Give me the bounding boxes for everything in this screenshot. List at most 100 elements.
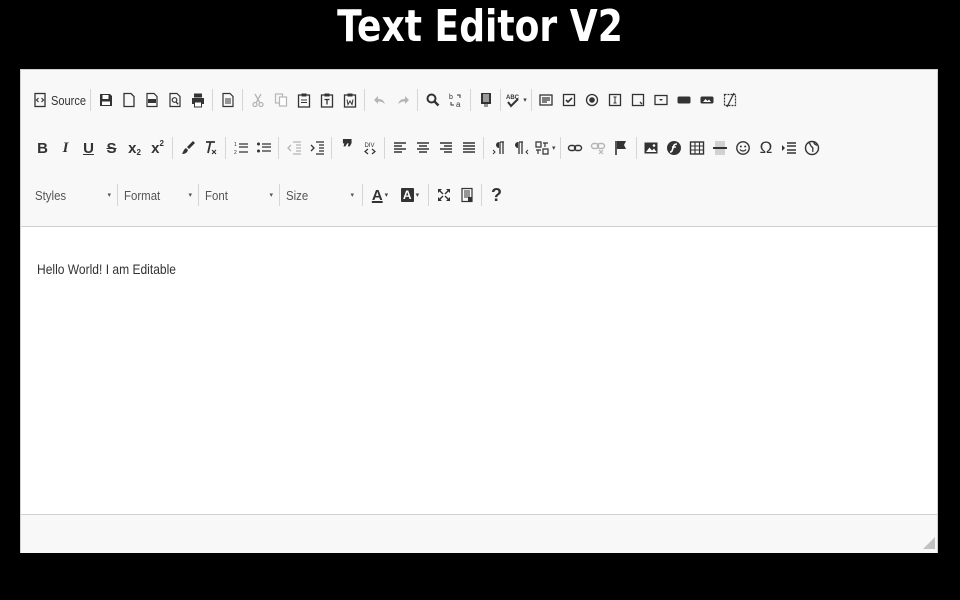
remove-format-button[interactable] bbox=[199, 135, 222, 161]
replace-button[interactable]: ba bbox=[444, 87, 467, 113]
italic-label: I bbox=[62, 139, 69, 156]
show-blocks-button[interactable] bbox=[455, 182, 478, 208]
size-dropdown[interactable]: Size ▾ bbox=[282, 182, 358, 208]
indent-button[interactable] bbox=[305, 135, 328, 161]
page-break-button[interactable] bbox=[778, 135, 801, 161]
image-button-button[interactable] bbox=[696, 87, 719, 113]
redo-icon bbox=[397, 96, 409, 105]
export-pdf-button[interactable] bbox=[140, 87, 163, 113]
toolbar-separator bbox=[198, 184, 199, 206]
textarea-icon bbox=[632, 93, 645, 107]
italic-button[interactable]: I bbox=[54, 135, 77, 161]
svg-text:1: 1 bbox=[234, 142, 237, 148]
bulleted-list-button[interactable] bbox=[252, 135, 275, 161]
pdf-icon bbox=[146, 92, 158, 108]
image-button-icon bbox=[700, 96, 714, 104]
editor-footer bbox=[21, 514, 937, 553]
iframe-button[interactable] bbox=[801, 135, 824, 161]
underline-button[interactable]: U bbox=[77, 135, 100, 161]
paste-text-button[interactable] bbox=[315, 87, 338, 113]
toolbar-separator bbox=[172, 137, 173, 159]
link-button[interactable] bbox=[564, 135, 587, 161]
preview-button[interactable] bbox=[163, 87, 186, 113]
text-color-label: A bbox=[371, 186, 383, 204]
copy-button[interactable] bbox=[269, 87, 292, 113]
find-button[interactable] bbox=[421, 87, 444, 113]
toolbar-separator bbox=[384, 137, 385, 159]
toolbar-separator bbox=[635, 137, 637, 159]
format-dropdown[interactable]: Format ▾ bbox=[120, 182, 196, 208]
numbered-list-button[interactable]: 12 bbox=[229, 135, 252, 161]
ltr-button[interactable] bbox=[487, 135, 510, 161]
toolbar-separator bbox=[364, 89, 366, 111]
resize-handle-icon[interactable] bbox=[923, 537, 935, 549]
checkbox-button[interactable] bbox=[558, 87, 581, 113]
language-button[interactable]: ▾ bbox=[533, 135, 557, 161]
select-all-button[interactable] bbox=[474, 87, 497, 113]
editor-toolbar: Source ba ABC ▾ B I U S x 2 x 2 1 2 ❞ DI… bbox=[21, 70, 937, 227]
table-button[interactable] bbox=[686, 135, 709, 161]
bold-button[interactable]: B bbox=[31, 135, 54, 161]
toolbar-separator bbox=[530, 89, 532, 111]
font-dropdown[interactable]: Font ▾ bbox=[201, 182, 277, 208]
horizontal-line-button[interactable] bbox=[709, 135, 732, 161]
rtl-button[interactable] bbox=[510, 135, 533, 161]
hidden-field-button[interactable] bbox=[719, 87, 742, 113]
editor-paragraph[interactable]: Hello World! I am Editable bbox=[37, 261, 176, 277]
text-field-icon bbox=[609, 93, 622, 107]
align-center-button[interactable] bbox=[411, 135, 434, 161]
toolbar-row-3: Styles ▾ Format ▾ Font ▾ Size ▾ A ▾ A ▾ ? bbox=[31, 181, 508, 209]
templates-button[interactable] bbox=[216, 87, 239, 113]
button-button[interactable] bbox=[673, 87, 696, 113]
smiley-button[interactable] bbox=[732, 135, 755, 161]
superscript-mark: 2 bbox=[159, 138, 164, 148]
justify-button[interactable] bbox=[457, 135, 480, 161]
numbered-list-icon: 12 bbox=[234, 142, 248, 156]
anchor-button[interactable] bbox=[610, 135, 633, 161]
dropdown-caret: ▾ bbox=[415, 192, 420, 199]
text-color-button[interactable]: A ▾ bbox=[365, 182, 395, 208]
source-button[interactable]: Source bbox=[31, 87, 96, 113]
align-right-button[interactable] bbox=[434, 135, 457, 161]
text-field-button[interactable] bbox=[604, 87, 627, 113]
paste-button[interactable] bbox=[292, 87, 315, 113]
editor-content-area[interactable]: Hello World! I am Editable bbox=[21, 227, 937, 514]
textarea-button[interactable] bbox=[627, 87, 650, 113]
radio-button[interactable] bbox=[581, 87, 604, 113]
form-button[interactable] bbox=[535, 87, 558, 113]
background-color-button[interactable]: A ▾ bbox=[395, 182, 425, 208]
create-div-button[interactable]: DIV bbox=[358, 135, 381, 161]
blockquote-button[interactable]: ❞ bbox=[335, 135, 358, 161]
format-label: Format bbox=[124, 187, 161, 203]
paste-word-button[interactable] bbox=[338, 87, 361, 113]
save-button[interactable] bbox=[94, 87, 117, 113]
form-icon bbox=[539, 94, 553, 106]
toolbar-separator bbox=[278, 137, 279, 159]
select-button[interactable] bbox=[650, 87, 673, 113]
styles-dropdown[interactable]: Styles ▾ bbox=[31, 182, 115, 208]
superscript-button[interactable]: x2 bbox=[146, 135, 169, 161]
align-left-button[interactable] bbox=[388, 135, 411, 161]
checkbox-icon bbox=[563, 93, 576, 107]
redo-button[interactable] bbox=[391, 87, 414, 113]
undo-button[interactable] bbox=[368, 87, 391, 113]
flash-button[interactable] bbox=[663, 135, 686, 161]
subscript-button[interactable]: x2 bbox=[123, 135, 146, 161]
new-page-button[interactable] bbox=[117, 87, 140, 113]
print-button[interactable] bbox=[186, 87, 209, 113]
strikethrough-button[interactable]: S bbox=[100, 135, 123, 161]
copy-format-button[interactable] bbox=[176, 135, 199, 161]
help-button[interactable]: ? bbox=[485, 182, 508, 208]
cut-button[interactable] bbox=[246, 87, 269, 113]
spellcheck-button[interactable]: ABC ▾ bbox=[504, 87, 528, 113]
special-char-button[interactable]: Ω bbox=[755, 135, 778, 161]
search-icon bbox=[426, 93, 440, 107]
toolbar-separator bbox=[117, 184, 118, 206]
maximize-button[interactable] bbox=[432, 182, 455, 208]
toolbar-separator bbox=[483, 137, 484, 159]
outdent-button[interactable] bbox=[282, 135, 305, 161]
source-label: Source bbox=[51, 92, 87, 108]
unlink-button[interactable] bbox=[587, 135, 610, 161]
image-button[interactable] bbox=[640, 135, 663, 161]
rich-text-editor: Source ba ABC ▾ B I U S x 2 x 2 1 2 ❞ DI… bbox=[20, 69, 938, 553]
